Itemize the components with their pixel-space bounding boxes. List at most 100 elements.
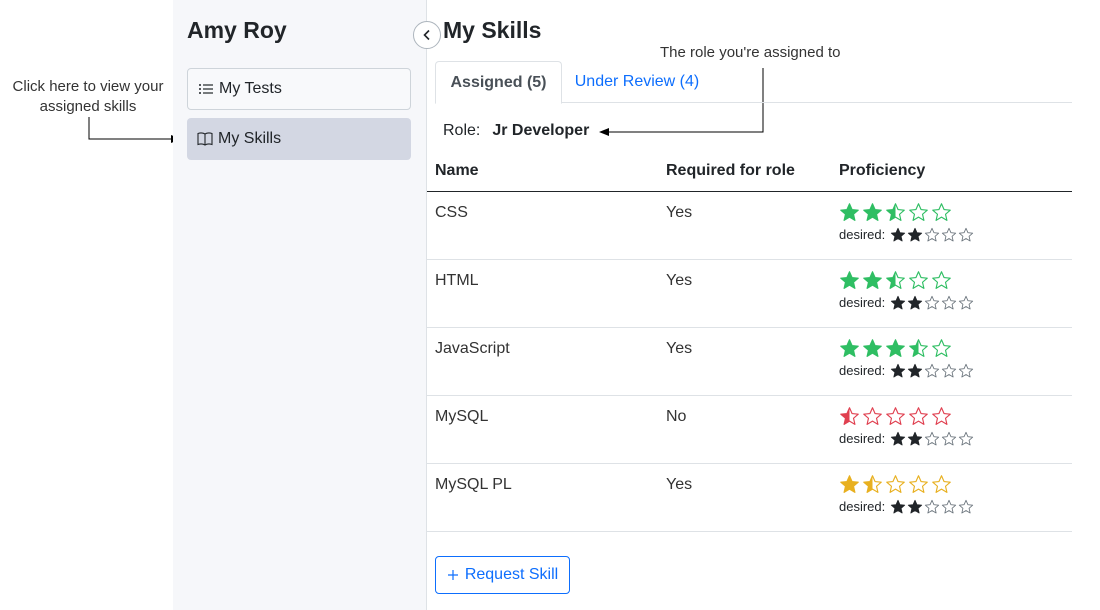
proficiency-rating bbox=[839, 338, 1072, 358]
star-icon bbox=[840, 406, 859, 425]
arrow-to-skills bbox=[88, 117, 181, 143]
sidebar-item-label: My Tests bbox=[219, 80, 282, 97]
star-icon bbox=[909, 474, 928, 493]
star-icon bbox=[891, 431, 906, 445]
skill-required: No bbox=[658, 395, 831, 464]
skill-proficiency: desired: bbox=[831, 395, 1072, 464]
tab-bar: Assigned (5) Under Review (4) bbox=[435, 61, 1072, 104]
tab-under-review[interactable]: Under Review (4) bbox=[567, 61, 707, 103]
star-icon bbox=[891, 363, 906, 377]
collapse-sidebar-button[interactable] bbox=[413, 21, 441, 49]
star-icon bbox=[909, 202, 928, 221]
star-icon bbox=[925, 431, 940, 445]
sidebar: Amy Roy My Tests My Skills bbox=[173, 0, 427, 610]
list-icon bbox=[199, 84, 213, 94]
skill-required: Yes bbox=[658, 259, 831, 328]
desired-label: desired: bbox=[839, 227, 886, 242]
star-icon bbox=[925, 227, 940, 241]
desired-rating: desired: bbox=[839, 363, 1072, 379]
table-row: JavaScript Yes desired: bbox=[427, 327, 1072, 396]
table-row: CSS Yes desired: bbox=[427, 191, 1072, 260]
skill-proficiency: desired: bbox=[831, 259, 1072, 328]
star-icon bbox=[863, 406, 882, 425]
desired-rating: desired: bbox=[839, 295, 1072, 311]
request-skill-label: Request Skill bbox=[464, 566, 559, 583]
star-icon bbox=[908, 499, 923, 513]
star-icon bbox=[908, 363, 923, 377]
star-icon bbox=[891, 227, 906, 241]
main-content: My Skills Assigned (5) Under Review (4) … bbox=[427, 0, 1100, 610]
star-icon bbox=[942, 295, 957, 309]
tab-assigned[interactable]: Assigned (5) bbox=[435, 61, 562, 104]
star-icon bbox=[886, 406, 905, 425]
star-icon bbox=[959, 363, 974, 377]
table-row: MySQL PL Yes desired: bbox=[427, 463, 1072, 532]
star-icon bbox=[932, 406, 951, 425]
skills-table: Name Required for role Proficiency CSS Y… bbox=[427, 152, 1072, 532]
role-row: Role: Jr Developer bbox=[443, 122, 589, 140]
star-icon bbox=[925, 363, 940, 377]
header-required: Required for role bbox=[658, 152, 831, 192]
skill-name: HTML bbox=[427, 259, 658, 328]
proficiency-rating bbox=[839, 270, 1072, 290]
desired-label: desired: bbox=[839, 363, 886, 378]
star-icon bbox=[925, 499, 940, 513]
skill-name: CSS bbox=[427, 191, 658, 260]
star-icon bbox=[932, 202, 951, 221]
star-icon bbox=[863, 270, 882, 289]
sidebar-item-label: My Skills bbox=[218, 130, 282, 147]
star-icon bbox=[932, 338, 951, 357]
book-icon bbox=[197, 132, 213, 146]
header-name: Name bbox=[427, 152, 658, 192]
skill-proficiency: desired: bbox=[831, 463, 1072, 532]
star-icon bbox=[908, 227, 923, 241]
star-icon bbox=[891, 295, 906, 309]
star-icon bbox=[886, 474, 905, 493]
chevron-left-icon bbox=[423, 29, 430, 41]
star-icon bbox=[909, 406, 928, 425]
proficiency-rating bbox=[839, 202, 1072, 222]
star-icon bbox=[959, 431, 974, 445]
star-icon bbox=[959, 499, 974, 513]
star-icon bbox=[908, 295, 923, 309]
star-icon bbox=[942, 431, 957, 445]
plus-icon bbox=[447, 570, 458, 580]
star-icon bbox=[942, 499, 957, 513]
star-icon bbox=[932, 474, 951, 493]
star-icon bbox=[840, 202, 859, 221]
skill-required: Yes bbox=[658, 191, 831, 260]
desired-rating: desired: bbox=[839, 227, 1072, 243]
user-name: Amy Roy bbox=[187, 17, 287, 43]
star-icon bbox=[840, 474, 859, 493]
star-icon bbox=[840, 270, 859, 289]
skill-name: MySQL PL bbox=[427, 463, 658, 532]
star-icon bbox=[908, 431, 923, 445]
desired-label: desired: bbox=[839, 499, 886, 514]
table-header-row: Name Required for role Proficiency bbox=[427, 152, 1072, 192]
star-icon bbox=[886, 202, 905, 221]
star-icon bbox=[863, 338, 882, 357]
skill-proficiency: desired: bbox=[831, 327, 1072, 396]
star-icon bbox=[840, 338, 859, 357]
role-label: Role: bbox=[443, 122, 481, 139]
skill-required: Yes bbox=[658, 463, 831, 532]
star-icon bbox=[909, 338, 928, 357]
desired-rating: desired: bbox=[839, 499, 1072, 515]
star-icon bbox=[925, 295, 940, 309]
skill-proficiency: desired: bbox=[831, 191, 1072, 260]
star-icon bbox=[909, 270, 928, 289]
table-row: HTML Yes desired: bbox=[427, 259, 1072, 328]
sidebar-item-my-skills[interactable]: My Skills bbox=[187, 118, 411, 160]
star-icon bbox=[942, 227, 957, 241]
star-icon bbox=[932, 270, 951, 289]
skill-name: JavaScript bbox=[427, 327, 658, 396]
proficiency-rating bbox=[839, 406, 1072, 426]
skill-required: Yes bbox=[658, 327, 831, 396]
proficiency-rating bbox=[839, 474, 1072, 494]
request-skill-button[interactable]: Request Skill bbox=[435, 556, 570, 594]
role-value: Jr Developer bbox=[492, 122, 590, 139]
desired-label: desired: bbox=[839, 431, 886, 446]
table-row: MySQL No desired: bbox=[427, 395, 1072, 464]
sidebar-item-my-tests[interactable]: My Tests bbox=[187, 68, 411, 110]
desired-label: desired: bbox=[839, 295, 886, 310]
